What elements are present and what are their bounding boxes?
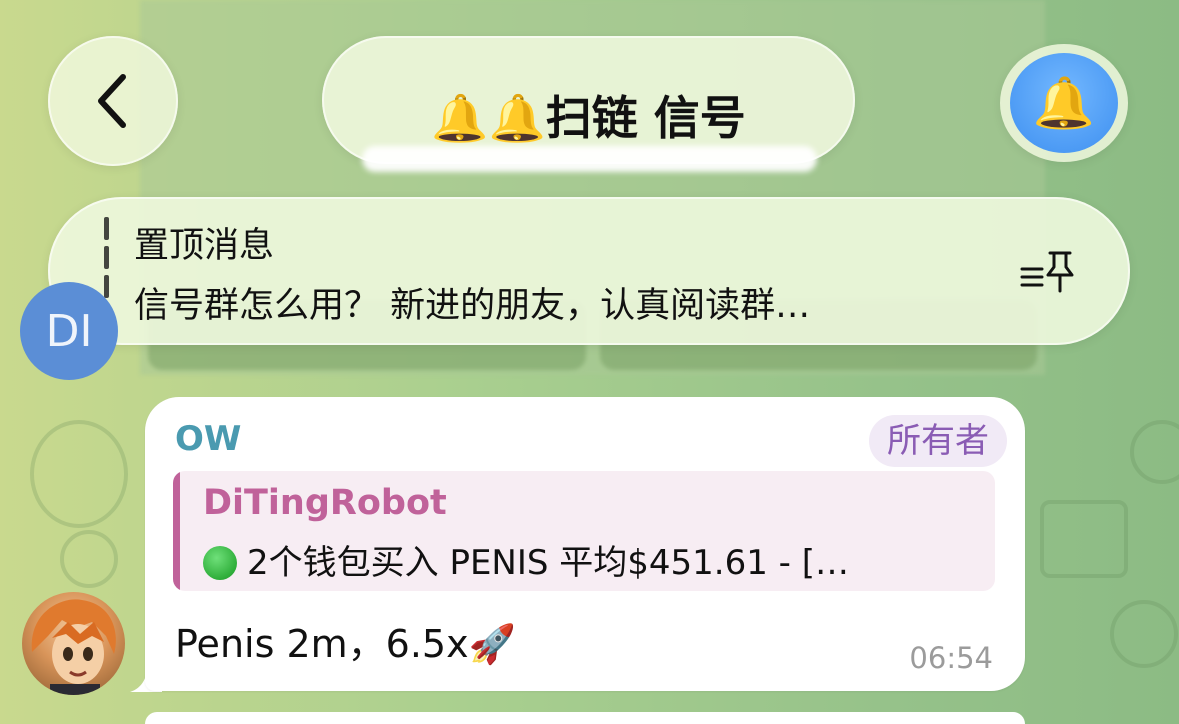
green-circle-icon: [203, 546, 237, 580]
chat-subtitle-redacted: [362, 146, 817, 172]
pinned-label: 置顶消息: [134, 226, 275, 266]
chevron-left-icon: [98, 74, 126, 128]
message-timestamp: 06:54: [909, 641, 993, 675]
owner-badge: 所有者: [869, 415, 1007, 467]
chat-title: 🔔🔔扫链 信号: [431, 91, 746, 145]
wallpaper-doodle: [1040, 500, 1128, 578]
message-text: Penis 2m，6.5x🚀: [175, 622, 516, 666]
reply-accent-bar: [173, 471, 180, 591]
reply-author: DiTingRobot: [203, 483, 447, 523]
pinned-list-icon[interactable]: [1018, 247, 1078, 297]
pin-indicator-segment: [104, 275, 109, 298]
reply-text-line: 2个钱包买入 PENIS 平均$451.61 - […: [203, 535, 849, 584]
wallpaper-doodle: [1110, 600, 1178, 668]
reply-quote[interactable]: DiTingRobot 2个钱包买入 PENIS 平均$451.61 - […: [173, 471, 995, 591]
chat-avatar-button[interactable]: 🔔: [1000, 44, 1128, 162]
reply-text: 2个钱包买入 PENIS 平均$451.61 - […: [247, 543, 850, 583]
chat-title-pill[interactable]: 🔔🔔扫链 信号: [322, 36, 855, 172]
anime-character-avatar-icon: [31, 599, 116, 695]
avatar-partial[interactable]: DI: [20, 282, 118, 380]
chat-avatar: 🔔: [1010, 53, 1118, 153]
pin-indicator-segment: [104, 246, 109, 269]
wallpaper-doodle: [1130, 420, 1179, 484]
wallpaper-doodle: [30, 420, 128, 528]
pinned-message-bar[interactable]: 置顶消息 信号群怎么用？ 新进的朋友，认真阅读群…: [48, 197, 1130, 345]
next-message-edge: [145, 712, 1025, 724]
bell-icon: 🔔: [1032, 73, 1096, 132]
wallpaper-doodle: [60, 530, 118, 588]
sender-avatar[interactable]: [22, 592, 125, 695]
pin-indicator-segment: [104, 217, 109, 240]
back-button[interactable]: [48, 36, 178, 166]
sender-name[interactable]: OW: [175, 419, 241, 459]
pinned-text: 信号群怎么用？ 新进的朋友，认真阅读群…: [134, 286, 811, 326]
avatar-initials: DI: [45, 305, 93, 357]
message-bubble[interactable]: OW 所有者 DiTingRobot 2个钱包买入 PENIS 平均$451.6…: [145, 397, 1025, 691]
